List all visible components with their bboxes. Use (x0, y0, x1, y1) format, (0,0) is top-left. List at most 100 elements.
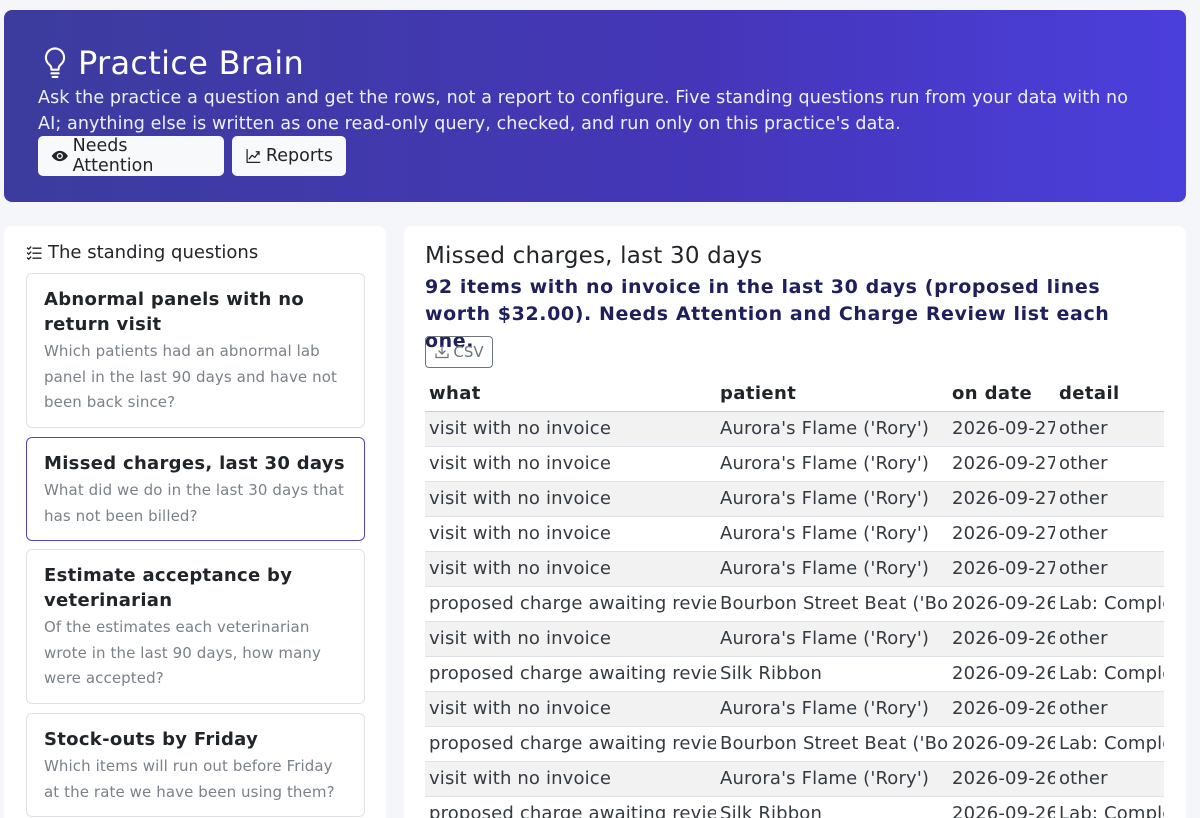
cell-what: visit with no invoice (425, 551, 716, 587)
cell-patient: Bourbon Street Beat ('Bo') (716, 726, 948, 762)
app-subtitle: Ask the practice a question and get the … (38, 88, 1129, 134)
cell-on-date: 2026-09-26 (948, 726, 1055, 762)
cell-on-date: 2026-09-26 (948, 761, 1055, 797)
results-summary: 92 items with no invoice in the last 30 … (425, 276, 1110, 352)
table-row[interactable]: proposed charge awaiting review Silk Ribb… (425, 656, 1164, 692)
cell-detail: other (1055, 761, 1164, 797)
reports-label: Reports (265, 146, 333, 166)
column-header-detail[interactable]: detail (1055, 376, 1164, 412)
cell-detail: other (1055, 621, 1164, 657)
csv-download-button[interactable]: CSV (425, 336, 493, 368)
column-header-on-date[interactable]: on date (948, 376, 1055, 412)
reports-button[interactable]: Reports (232, 136, 346, 176)
question-description: Of the estimates each veterinarian wrote… (44, 618, 322, 687)
question-card-abnormal-panels[interactable]: Abnormal panels with no return visit Whi… (26, 273, 365, 428)
cell-detail: Lab: Comple (1055, 656, 1164, 692)
column-header-what[interactable]: what (425, 376, 716, 412)
cell-what: visit with no invoice (425, 621, 716, 657)
cell-what: visit with no invoice (425, 446, 716, 482)
table-row[interactable]: visit with no invoice Aurora's Flame ('Ro… (425, 411, 1164, 447)
cell-on-date: 2026-09-26 (948, 796, 1055, 818)
question-title: Stock-outs by Friday (44, 729, 259, 750)
cell-patient: Aurora's Flame ('Rory') (716, 551, 948, 587)
table-row[interactable]: visit with no invoice Aurora's Flame ('Ro… (425, 761, 1164, 797)
question-description: Which items will run out before Friday a… (44, 757, 335, 801)
standing-questions-panel: The standing questions Abnormal panels w… (4, 226, 386, 818)
question-description: What did we do in the last 30 days that … (44, 481, 344, 525)
cell-detail: other (1055, 481, 1164, 517)
cell-patient: Silk Ribbon (716, 796, 948, 818)
cell-detail: other (1055, 691, 1164, 727)
lightbulb-icon (44, 47, 66, 78)
cell-patient: Aurora's Flame ('Rory') (716, 621, 948, 657)
results-table-scroll[interactable]: what patient on date detail visit with n… (425, 376, 1164, 818)
cell-patient: Aurora's Flame ('Rory') (716, 411, 948, 447)
results-table: what patient on date detail visit with n… (425, 376, 1164, 818)
results-panel: Missed charges, last 30 days 92 items wi… (404, 226, 1186, 818)
cell-on-date: 2026-09-27 (948, 551, 1055, 587)
cell-what: proposed charge awaiting review (425, 656, 716, 692)
needs-attention-label: Needs Attention (72, 136, 154, 176)
cell-detail: Lab: Comple (1055, 796, 1164, 818)
cell-detail: other (1055, 446, 1164, 482)
csv-label: CSV (453, 343, 484, 361)
download-icon (435, 345, 450, 359)
cell-patient: Aurora's Flame ('Rory') (716, 481, 948, 517)
standing-questions-title: The standing questions (48, 242, 259, 263)
cell-patient: Bourbon Street Beat ('Bo') (716, 586, 948, 622)
cell-patient: Aurora's Flame ('Rory') (716, 516, 948, 552)
cell-on-date: 2026-09-27 (948, 481, 1055, 517)
cell-patient: Aurora's Flame ('Rory') (716, 446, 948, 482)
table-row[interactable]: proposed charge awaiting review Silk Ribb… (425, 796, 1164, 818)
cell-patient: Aurora's Flame ('Rory') (716, 691, 948, 727)
question-card-stock-outs[interactable]: Stock-outs by Friday Which items will ru… (26, 713, 365, 817)
app-title: Practice Brain (78, 44, 305, 82)
cell-what: visit with no invoice (425, 691, 716, 727)
eye-icon (51, 150, 68, 162)
question-title: Estimate acceptance by veterinarian (44, 565, 293, 611)
cell-what: visit with no invoice (425, 481, 716, 517)
cell-what: visit with no invoice (425, 411, 716, 447)
question-card-estimate-acceptance[interactable]: Estimate acceptance by veterinarian Of t… (26, 549, 365, 704)
cell-patient: Silk Ribbon (716, 656, 948, 692)
cell-detail: Lab: Comple (1055, 726, 1164, 762)
list-check-icon (26, 245, 42, 260)
app-title-block: Practice Brain (40, 44, 304, 82)
cell-what: visit with no invoice (425, 761, 716, 797)
cell-on-date: 2026-09-26 (948, 656, 1055, 692)
question-title: Abnormal panels with no return visit (44, 289, 304, 335)
column-header-patient[interactable]: patient (716, 376, 948, 412)
cell-detail: other (1055, 516, 1164, 552)
cell-on-date: 2026-09-26 (948, 586, 1055, 622)
table-row[interactable]: visit with no invoice Aurora's Flame ('Ro… (425, 691, 1164, 727)
table-row[interactable]: visit with no invoice Aurora's Flame ('Ro… (425, 446, 1164, 482)
cell-detail: other (1055, 411, 1164, 447)
cell-detail: Lab: Comple (1055, 586, 1164, 622)
cell-what: visit with no invoice (425, 516, 716, 552)
table-row[interactable]: visit with no invoice Aurora's Flame ('Ro… (425, 516, 1164, 552)
table-row[interactable]: visit with no invoice Aurora's Flame ('Ro… (425, 621, 1164, 657)
standing-questions-heading: The standing questions (26, 242, 258, 263)
cell-on-date: 2026-09-26 (948, 621, 1055, 657)
table-body: visit with no invoice Aurora's Flame ('Ro… (425, 411, 1164, 818)
table-row[interactable]: visit with no invoice Aurora's Flame ('Ro… (425, 551, 1164, 587)
cell-detail: other (1055, 551, 1164, 587)
table-row[interactable]: proposed charge awaiting review Bourbon S… (425, 726, 1164, 762)
results-title: Missed charges, last 30 days (425, 243, 763, 269)
cell-on-date: 2026-09-27 (948, 411, 1055, 447)
page-header: Practice Brain Ask the practice a questi… (4, 10, 1186, 202)
needs-attention-button[interactable]: Needs Attention (38, 136, 224, 176)
cell-what: proposed charge awaiting review (425, 586, 716, 622)
table-row[interactable]: proposed charge awaiting review Bourbon S… (425, 586, 1164, 622)
table-header-row: what patient on date detail (425, 376, 1164, 412)
question-title: Missed charges, last 30 days (44, 453, 345, 474)
cell-on-date: 2026-09-27 (948, 446, 1055, 482)
cell-patient: Aurora's Flame ('Rory') (716, 761, 948, 797)
cell-on-date: 2026-09-27 (948, 516, 1055, 552)
cell-what: proposed charge awaiting review (425, 726, 716, 762)
chart-line-icon (246, 149, 261, 163)
table-row[interactable]: visit with no invoice Aurora's Flame ('Ro… (425, 481, 1164, 517)
cell-what: proposed charge awaiting review (425, 796, 716, 818)
cell-on-date: 2026-09-26 (948, 691, 1055, 727)
question-card-missed-charges[interactable]: Missed charges, last 30 days What did we… (26, 437, 365, 541)
